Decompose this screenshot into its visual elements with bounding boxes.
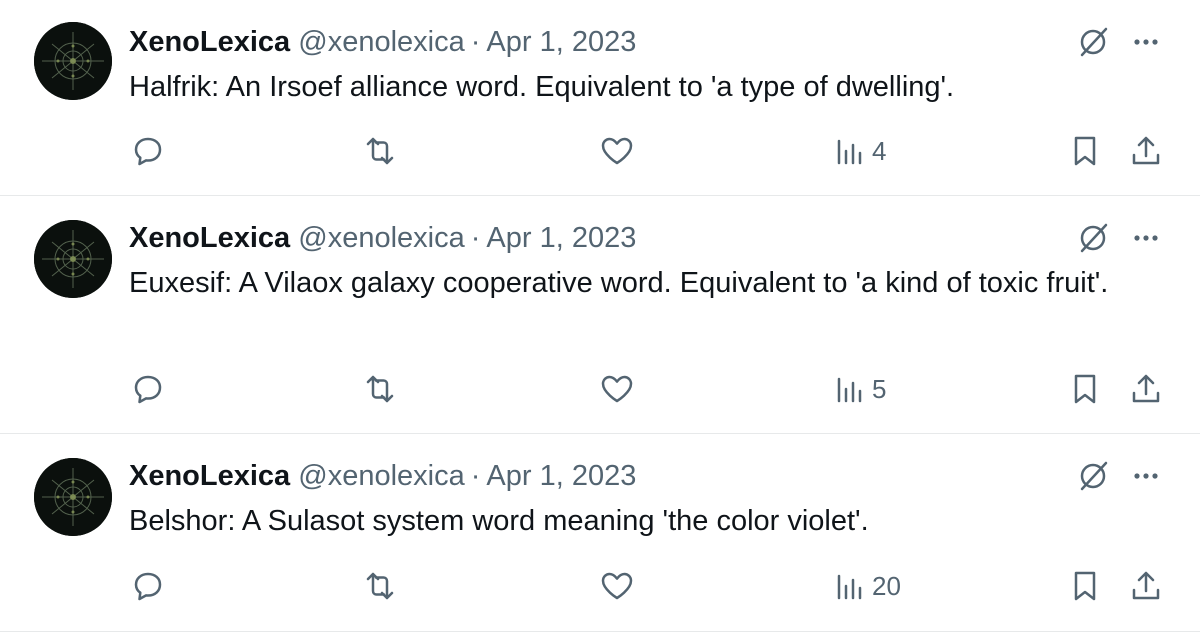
share-button[interactable] [1128, 369, 1164, 409]
views-count: 4 [872, 135, 887, 166]
reply-bubble-icon [130, 371, 166, 407]
separator-dot: · [470, 460, 481, 492]
tweet-card[interactable]: XenoLexica @xenolexica · Apr 1, 2023 Halfr… [0, 0, 1200, 196]
handle[interactable]: @xenolexica [298, 26, 464, 58]
heart-icon [598, 371, 636, 407]
tweet-header: XenoLexica @xenolexica · Apr 1, 2023 [129, 220, 636, 256]
views-count: 5 [872, 373, 887, 404]
like-button[interactable] [598, 369, 636, 409]
like-button[interactable] [598, 131, 636, 171]
bar-chart-icon [834, 133, 866, 169]
retweet-button[interactable] [360, 566, 400, 606]
reply-bubble-icon [130, 568, 166, 604]
reply-button[interactable] [130, 369, 166, 409]
avatar[interactable] [34, 458, 112, 536]
views-button[interactable]: 5 [834, 369, 886, 409]
bookmark-button[interactable] [1067, 131, 1103, 171]
retweet-arrows-icon [360, 371, 400, 407]
display-name[interactable]: XenoLexica [129, 222, 290, 254]
bookmark-icon [1067, 371, 1103, 407]
share-button[interactable] [1128, 566, 1164, 606]
bar-chart-icon [834, 568, 866, 604]
tweet-header: XenoLexica @xenolexica · Apr 1, 2023 [129, 458, 636, 494]
bookmark-icon [1067, 568, 1103, 604]
tweet-actions: 4 [0, 131, 1200, 171]
share-button[interactable] [1128, 131, 1164, 171]
share-upload-icon [1128, 568, 1164, 604]
bookmark-button[interactable] [1067, 566, 1103, 606]
bar-chart-icon [834, 371, 866, 407]
like-button[interactable] [598, 566, 636, 606]
display-name[interactable]: XenoLexica [129, 26, 290, 58]
bookmark-icon [1067, 133, 1103, 169]
tweet-text: Halfrik: An Irsoef alliance word. Equiva… [129, 71, 955, 103]
tweet-card[interactable]: XenoLexica @xenolexica · Apr 1, 2023 Euxes… [0, 196, 1200, 434]
reply-button[interactable] [130, 131, 166, 171]
more-dots-icon[interactable] [1128, 220, 1164, 261]
tweet-text: Belshor: A Sulasot system word meaning '… [129, 505, 869, 537]
views-button[interactable]: 20 [834, 566, 901, 606]
reply-bubble-icon [130, 133, 166, 169]
retweet-button[interactable] [360, 131, 400, 171]
more-dots-icon[interactable] [1128, 458, 1164, 499]
tweet-actions: 5 [0, 369, 1200, 409]
reply-button[interactable] [130, 566, 166, 606]
grok-slash-circle-icon[interactable] [1075, 458, 1111, 499]
share-upload-icon [1128, 371, 1164, 407]
display-name[interactable]: XenoLexica [129, 460, 290, 492]
grok-slash-circle-icon[interactable] [1075, 220, 1111, 261]
retweet-button[interactable] [360, 369, 400, 409]
timestamp[interactable]: Apr 1, 2023 [486, 26, 636, 58]
timestamp[interactable]: Apr 1, 2023 [486, 222, 636, 254]
tweet-card[interactable]: XenoLexica @xenolexica · Apr 1, 2023 Belsh… [0, 434, 1200, 632]
views-button[interactable]: 4 [834, 131, 886, 171]
handle[interactable]: @xenolexica [298, 222, 464, 254]
avatar[interactable] [34, 220, 112, 298]
tweet-header: XenoLexica @xenolexica · Apr 1, 2023 [129, 24, 636, 60]
handle[interactable]: @xenolexica [298, 460, 464, 492]
heart-icon [598, 133, 636, 169]
tweet-actions: 20 [0, 566, 1200, 606]
share-upload-icon [1128, 133, 1164, 169]
separator-dot: · [470, 222, 481, 254]
grok-slash-circle-icon[interactable] [1075, 24, 1111, 65]
heart-icon [598, 568, 636, 604]
avatar[interactable] [34, 22, 112, 100]
more-dots-icon[interactable] [1128, 24, 1164, 65]
views-count: 20 [872, 570, 901, 601]
retweet-arrows-icon [360, 133, 400, 169]
tweet-text: Euxesif: A Vilaox galaxy cooperative wor… [129, 267, 1109, 299]
timestamp[interactable]: Apr 1, 2023 [486, 460, 636, 492]
separator-dot: · [470, 26, 481, 58]
bookmark-button[interactable] [1067, 369, 1103, 409]
retweet-arrows-icon [360, 568, 400, 604]
